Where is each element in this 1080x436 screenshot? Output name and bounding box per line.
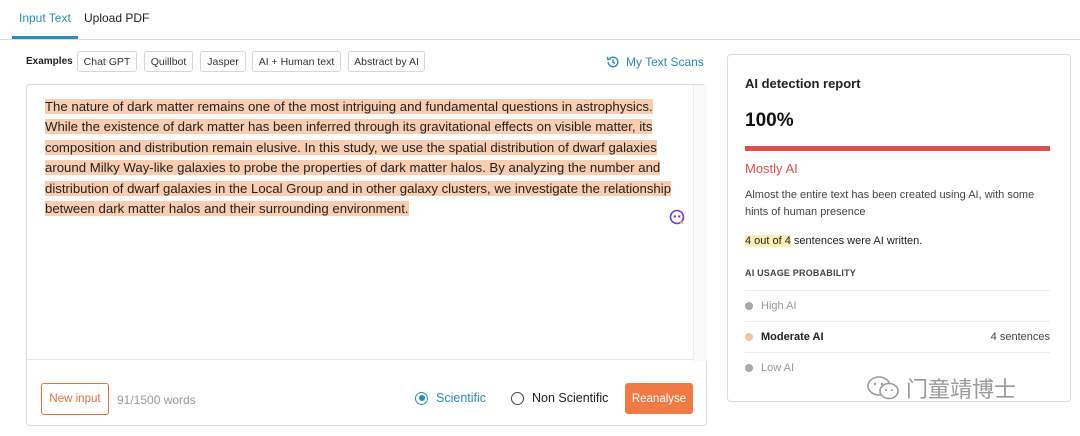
watermark-text: 门童靖博士 xyxy=(906,377,1017,402)
radio-scientific[interactable] xyxy=(415,391,428,405)
mode-scientific-label: Scientific xyxy=(436,391,487,405)
ai-detection-report-panel: AI detection report 100% Mostly AI Almos… xyxy=(727,54,1071,402)
report-score: 100% xyxy=(745,110,794,131)
examples-label: Examples xyxy=(26,56,73,67)
moderate-ai-dot xyxy=(745,333,753,341)
example-chip-chatgpt[interactable]: Chat GPT xyxy=(77,51,137,72)
reanalyse-button[interactable]: Reanalyse xyxy=(625,383,693,414)
example-chip-jasper[interactable]: Jasper xyxy=(200,51,246,72)
text-editor-panel: The nature of dark matter remains one of… xyxy=(26,84,707,426)
tab-input-text[interactable]: Input Text xyxy=(19,11,71,25)
report-verdict: Mostly AI xyxy=(745,161,798,176)
sentence-count-rest: sentences were AI written. xyxy=(790,235,923,247)
tab-upload-pdf[interactable]: Upload PDF xyxy=(84,11,149,25)
editor-scrollbar[interactable] xyxy=(693,85,707,361)
mode-non-scientific-option[interactable]: Non Scientific xyxy=(511,391,608,405)
wechat-icon xyxy=(867,376,899,400)
mode-non-scientific-label: Non Scientific xyxy=(532,391,609,405)
low-ai-dot xyxy=(745,364,753,372)
active-tab-indicator xyxy=(12,36,78,39)
word-count: 91/1500 words xyxy=(117,393,196,407)
example-chip-ai-human[interactable]: AI + Human text xyxy=(252,51,341,72)
sentence-summary: 4 out of 4 sentences were AI written. xyxy=(745,235,922,247)
report-title: AI detection report xyxy=(745,76,861,91)
input-text-area[interactable]: The nature of dark matter remains one of… xyxy=(45,97,685,219)
new-input-button[interactable]: New input xyxy=(41,383,109,415)
radio-non-scientific[interactable] xyxy=(511,391,524,405)
editor-divider xyxy=(27,359,693,360)
high-ai-dot xyxy=(745,302,753,310)
usage-count-moderate-ai: 4 sentences xyxy=(990,331,1050,343)
usage-row-high-ai[interactable]: High AI xyxy=(745,290,1050,321)
tab-bar: Input Text Upload PDF xyxy=(0,0,1080,40)
assistant-bot-icon[interactable] xyxy=(669,209,685,225)
report-score-bar xyxy=(745,146,1050,151)
usage-label-moderate-ai: Moderate AI xyxy=(761,331,824,343)
usage-label-high-ai: High AI xyxy=(761,300,797,312)
usage-row-moderate-ai[interactable]: Moderate AI 4 sentences xyxy=(745,321,1050,352)
sentence-1: The nature of dark matter remains one of… xyxy=(45,99,653,114)
sentence-count-highlight: 4 out of 4 xyxy=(745,235,791,247)
usage-probability-header: AI USAGE PROBABILITY xyxy=(745,268,857,278)
example-chip-abstract[interactable]: Abstract by AI xyxy=(348,51,425,72)
watermark: 门童靖博士 xyxy=(866,372,1016,404)
example-chip-quillbot[interactable]: Quillbot xyxy=(144,51,193,72)
report-description: Almost the entire text has been created … xyxy=(745,189,1035,218)
mode-scientific-option[interactable]: Scientific xyxy=(415,391,486,405)
report-score-bar-fill xyxy=(745,146,1050,151)
my-text-scans-label: My Text Scans xyxy=(626,55,704,69)
history-icon xyxy=(606,56,619,68)
my-text-scans-link[interactable]: My Text Scans xyxy=(606,55,704,69)
